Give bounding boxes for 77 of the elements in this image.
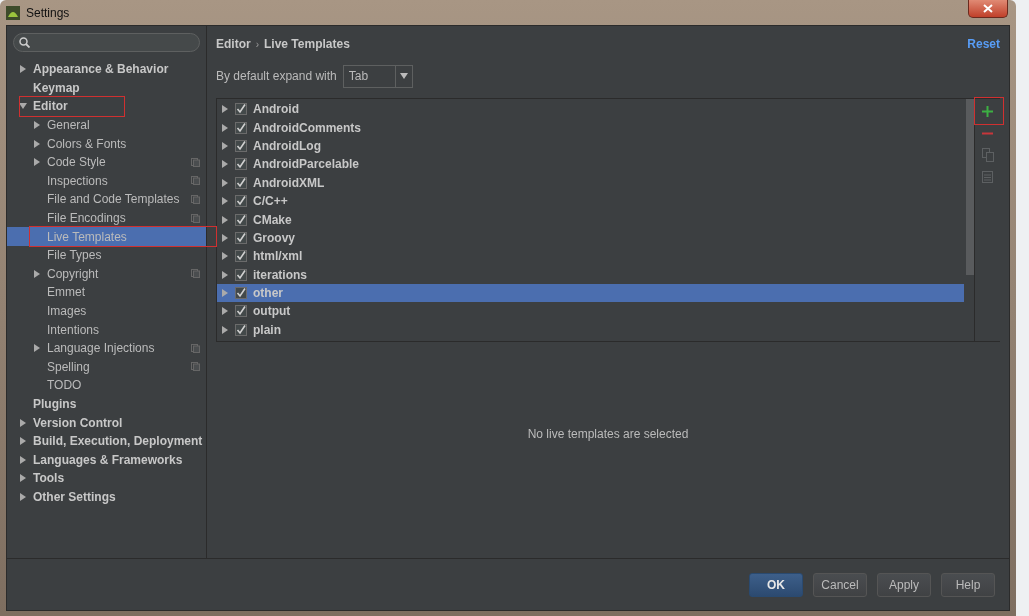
template-group-row[interactable]: C/C++ [217, 191, 964, 211]
collapsed-arrow-icon[interactable] [33, 158, 41, 167]
collapsed-arrow-icon[interactable] [19, 65, 27, 74]
settings-tree-item[interactable]: Version Control [7, 413, 206, 432]
remove-icon [982, 131, 993, 135]
checkbox[interactable] [235, 195, 247, 208]
template-group-row[interactable]: AndroidXML [217, 173, 964, 192]
checkbox[interactable] [235, 231, 247, 244]
settings-tree-item[interactable]: Colors & Fonts [7, 134, 206, 153]
template-group-row[interactable]: Groovy [217, 228, 964, 248]
checkbox[interactable] [235, 158, 247, 171]
template-group-row[interactable]: html/xml [217, 247, 964, 266]
settings-tree-item[interactable]: Emmet [7, 283, 206, 302]
settings-tree-item[interactable]: General [7, 115, 206, 135]
template-group-row[interactable]: iterations [217, 265, 964, 284]
search-icon [19, 37, 30, 48]
checkbox[interactable] [235, 121, 247, 134]
add-icon [982, 105, 993, 117]
settings-tree-item[interactable]: Code Style [7, 152, 206, 172]
expand-with-label: By default expand with [216, 69, 337, 83]
expanded-arrow-icon[interactable] [19, 102, 27, 111]
template-group-row[interactable]: Android [217, 100, 964, 119]
checkbox[interactable] [235, 176, 247, 189]
settings-tree-item[interactable]: Other Settings [7, 487, 206, 507]
collapsed-arrow-icon[interactable] [33, 344, 41, 353]
checkbox[interactable] [235, 139, 247, 152]
copy-icon [981, 148, 994, 162]
template-group-row[interactable]: AndroidParcelable [217, 155, 964, 174]
settings-tree-item[interactable]: File Types [7, 245, 206, 265]
settings-tree-item[interactable]: File Encodings [7, 208, 206, 228]
settings-tree-item[interactable]: Editor [7, 97, 206, 116]
template-group-row[interactable]: output [217, 302, 964, 321]
template-group-row[interactable]: AndroidComments [217, 118, 964, 137]
dialog-button[interactable]: OK [749, 572, 803, 597]
checkbox[interactable] [235, 305, 247, 318]
app-logo-icon [6, 5, 20, 20]
scrollbar[interactable] [966, 99, 974, 275]
checkbox[interactable] [235, 323, 247, 336]
settings-tree-item[interactable]: Plugins [7, 394, 206, 414]
settings-tree-item[interactable]: Appearance & Behavior [7, 60, 206, 79]
settings-tree-item[interactable]: Inspections [7, 171, 206, 191]
settings-tree-item[interactable]: File and Code Templates [7, 190, 206, 209]
expand-key-dropdown[interactable]: Tab [342, 64, 413, 88]
search-field[interactable] [13, 33, 200, 52]
settings-tree-item[interactable]: Build, Execution, Deployment [7, 431, 206, 451]
template-group-row[interactable]: plain [217, 320, 964, 340]
reset-link[interactable]: Reset [967, 37, 1000, 51]
collapsed-arrow-icon[interactable] [19, 418, 27, 427]
checkbox[interactable] [235, 287, 247, 300]
settings-tree-item[interactable]: Language Injections [7, 338, 206, 358]
settings-tree-item[interactable]: Spelling [7, 357, 206, 377]
settings-tree-item[interactable]: Copyright [7, 264, 206, 284]
window-title: Settings [26, 5, 70, 20]
settings-tree-item[interactable]: Tools [7, 469, 206, 488]
template-group-row[interactable]: AndroidLog [217, 136, 964, 156]
empty-state-message: No live templates are selected [527, 427, 689, 441]
dropdown-arrow-icon [399, 73, 408, 79]
dialog-button[interactable]: Help [941, 572, 995, 597]
template-group-row[interactable]: CMake [217, 210, 964, 229]
document-icon [982, 171, 993, 183]
close-icon [983, 4, 993, 13]
checkbox[interactable] [235, 250, 247, 263]
breadcrumb-item: Live Templates [264, 37, 350, 51]
settings-tree-item[interactable]: Languages & Frameworks [7, 450, 206, 470]
settings-tree-item[interactable]: Images [7, 301, 206, 321]
checkbox[interactable] [235, 268, 247, 281]
dialog-button[interactable]: Cancel [813, 572, 867, 597]
breadcrumb-item: Editor [216, 37, 251, 51]
dialog-button[interactable]: Apply [877, 572, 931, 597]
checkbox[interactable] [235, 213, 247, 226]
checkbox[interactable] [235, 103, 247, 116]
settings-tree-item[interactable]: Intentions [7, 320, 206, 339]
settings-tree-item[interactable]: TODO [7, 376, 206, 395]
settings-tree-item[interactable]: Keymap [7, 78, 206, 98]
breadcrumb-separator: › [255, 38, 259, 50]
collapsed-arrow-icon[interactable] [33, 269, 41, 278]
close-button[interactable] [968, 0, 1008, 18]
